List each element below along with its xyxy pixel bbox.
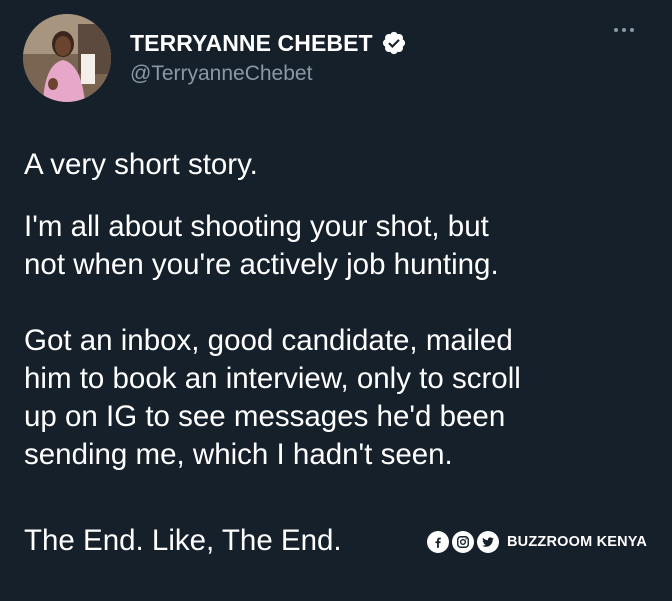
tweet-paragraph: Got an inbox, good candidate, mailed him… [24,322,521,474]
tweet-card: TERRYANNE CHEBET @TerryanneChebet A very… [0,0,672,601]
name-row: TERRYANNE CHEBET [130,28,407,58]
tweet-paragraph: I'm all about shooting your shot, but no… [24,208,499,284]
tweet-line: A very short story. [24,148,258,181]
tweet-line: up on IG to see messages he'd been [24,400,506,433]
tweet-line: The End. Like, The End. [24,524,342,557]
twitter-icon [477,531,499,553]
instagram-icon [452,531,474,553]
watermark: BUZZROOM KENYA [427,531,647,553]
facebook-icon [427,531,449,553]
avatar[interactable] [23,14,111,102]
verified-badge-icon [381,30,407,56]
watermark-text: BUZZROOM KENYA [507,534,648,550]
tweet-line: sending me, which I hadn't seen. [24,438,453,471]
tweet-line: I'm all about shooting your shot, but [24,210,489,243]
tweet-line: not when you're actively job hunting. [24,248,499,281]
tweet-last-line-row: The End. Like, The End. [24,524,342,558]
display-name[interactable]: TERRYANNE CHEBET [130,30,373,57]
handle[interactable]: @TerryanneChebet [130,62,312,86]
tweet-line: him to book an interview, only to scroll [24,362,521,395]
more-options-icon[interactable] [614,28,634,32]
tweet-line: Got an inbox, good candidate, mailed [24,324,513,357]
